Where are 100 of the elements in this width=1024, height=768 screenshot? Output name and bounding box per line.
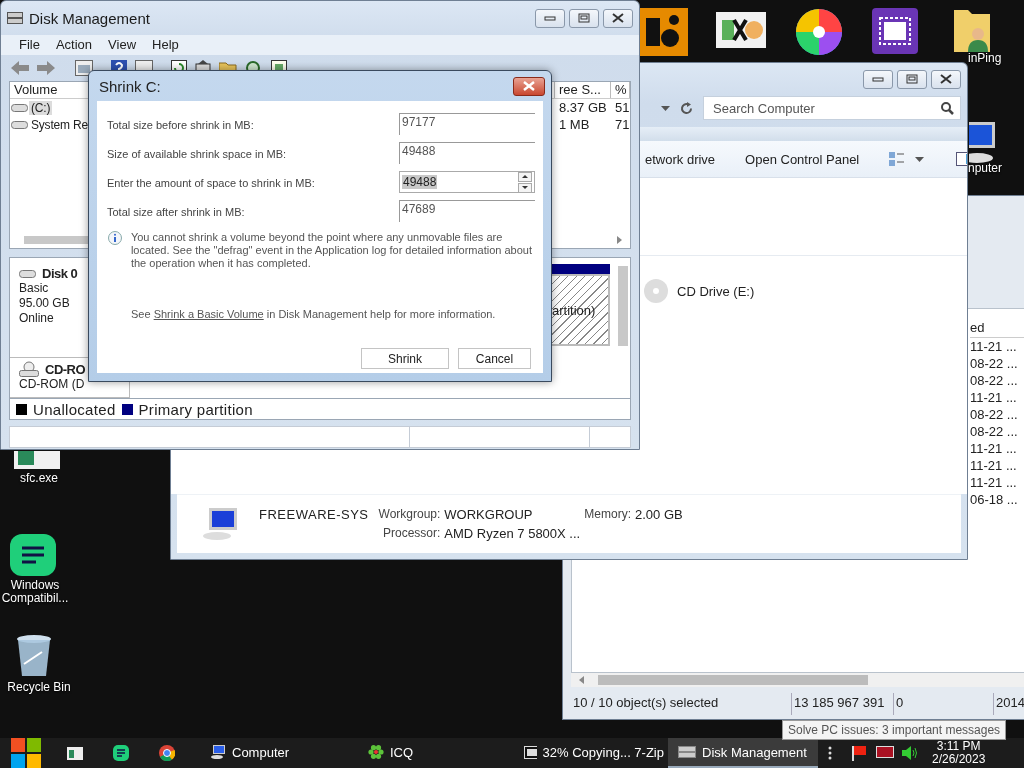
readonly-field: 97177 [399,113,535,135]
close-icon [523,81,535,91]
partition-bar [550,264,610,274]
clock-time[interactable]: 3:11 PM [936,740,981,753]
legend-label: Primary partition [138,400,253,418]
status-cell: 10 / 10 object(s) selected [571,693,792,715]
help-link[interactable]: Shrink a Basic Volume [153,308,264,320]
taskbar-button[interactable]: Computer [200,738,350,768]
desktop-icon-label: Windows Compatibil... [0,579,70,605]
date-cell-text: 11-21 ... [970,440,1018,457]
desktop-icon-label: Recycle Bin [6,681,72,694]
taskbar-button[interactable]: Disk Management [668,738,818,768]
pinwheel-icon[interactable] [795,8,843,56]
column-header[interactable]: ree S... [555,82,611,98]
recycle-bin-icon[interactable] [14,634,54,678]
menu-item[interactable]: File [11,35,48,55]
search-field[interactable]: Search Computer [703,96,961,120]
scrollbar[interactable] [618,266,628,346]
browser-icon[interactable] [159,745,175,761]
date-cell-text: 08-22 ... [970,355,1019,372]
desktop-icon-label: sfc.exe [19,472,59,485]
scrollbar[interactable] [571,673,1024,687]
speaker-icon[interactable] [902,746,918,760]
disk-drive-icon [19,268,36,279]
property-value: WORKGROUP [444,507,534,522]
drive-name[interactable]: System Re [29,117,90,132]
disk-info: CD-ROM (D [19,377,86,392]
date-cell-text: 11-21 ... [970,457,1018,474]
computer-icon [210,745,226,759]
property-label: Workgroup: [378,507,441,522]
free-space-cell-text: 1 MB [558,117,591,132]
percent-cell-text: 71 [614,117,630,132]
clock-date[interactable]: 2/26/2023 [932,753,986,766]
document-lines-icon[interactable] [113,745,129,761]
spin-down-button[interactable] [518,182,532,193]
computer-name: FREEWARE-SYS [259,507,369,522]
chip-icon[interactable] [872,8,918,54]
property-value: 2.00 GB [635,507,683,522]
hatched-partition[interactable]: artition) [550,274,610,346]
caret-icon[interactable] [661,105,670,111]
status-cell: 0 [894,693,994,715]
archive-icon [524,745,537,759]
column-header[interactable]: ed [970,319,1024,338]
property-label: Memory: [584,507,631,522]
caret-icon[interactable] [915,156,925,162]
menu-item[interactable]: Help [144,35,187,55]
console-icon[interactable] [75,60,93,76]
close-button[interactable] [931,69,961,89]
readonly-field: 49488 [399,142,535,164]
toolbar-link[interactable]: etwork drive [645,151,716,167]
more-icon[interactable] [828,746,832,760]
desktop-icon-label: nputer [968,162,1003,175]
taskbar-button[interactable]: 32% Copying... 7-Zip [514,738,664,768]
drive-name[interactable]: (C:) [29,100,53,115]
start-button[interactable] [10,737,42,768]
help-text: See Shrink a Basic Volume in Disk Management help for more information. [131,308,497,320]
column-header[interactable]: % [611,82,630,98]
scroll-right-icon[interactable] [617,236,622,244]
monitor-icon[interactable] [876,746,894,760]
info-icon [107,231,123,247]
up-triangle-icon [522,175,528,178]
field-label: Enter the amount of space to shrink in MB: [107,176,316,189]
free-space-cell-text: 8.37 GB [558,100,608,115]
date-cell-text: 08-22 ... [970,423,1019,440]
disk-drive-icon [11,102,28,113]
scrollbar[interactable] [24,236,88,244]
flower-icon [368,744,384,760]
tooltip: Solve PC issues: 3 important messages [782,720,1007,740]
field-label: Size of available shrink space in MB: [107,147,288,160]
dialog-button[interactable]: Cancel [458,348,531,369]
date-cell-text: 11-21 ... [970,389,1018,406]
app-logo-icon[interactable] [716,12,766,48]
down-triangle-icon [522,186,528,189]
legend-label: Unallocated [33,400,116,418]
property-value: AMD Ryzen 7 5800X ... [444,526,582,541]
flag-icon[interactable] [850,745,868,761]
spin-up-button[interactable] [518,171,532,182]
taskbar-button[interactable]: ICQ [358,738,508,768]
close-button[interactable] [603,8,633,28]
close-button[interactable] [513,76,545,96]
partition-label: artition) [552,302,596,318]
toolbar-link[interactable]: Open Control Panel [745,151,860,167]
menu-item[interactable]: Action [47,35,101,55]
dialog-button[interactable]: Shrink [361,348,449,369]
document-lines-icon[interactable] [10,534,56,576]
minimize-icon [544,15,556,21]
minimize-button[interactable] [863,69,893,89]
app-logo-icon[interactable] [640,8,688,56]
menu-item[interactable]: View [100,35,145,55]
window-icon[interactable] [67,746,83,760]
scroll-left-icon[interactable] [579,676,584,684]
number-input[interactable]: 49488 [399,171,535,193]
property-label: Processor: [382,526,441,541]
minimize-button[interactable] [535,8,565,28]
close-icon [940,74,952,84]
status-cell: 13 185 967 391 [792,693,894,715]
disk-drive-icon [11,119,28,130]
info-text: You cannot shrink a volume beyond the point where any unmovable files are located. See the "defrag" event in the Application log for detailed information about the operation when it has completed. [130,231,533,270]
percent-cell-text: 51 [614,100,630,115]
drive-label[interactable]: CD Drive (E:) [677,283,755,299]
